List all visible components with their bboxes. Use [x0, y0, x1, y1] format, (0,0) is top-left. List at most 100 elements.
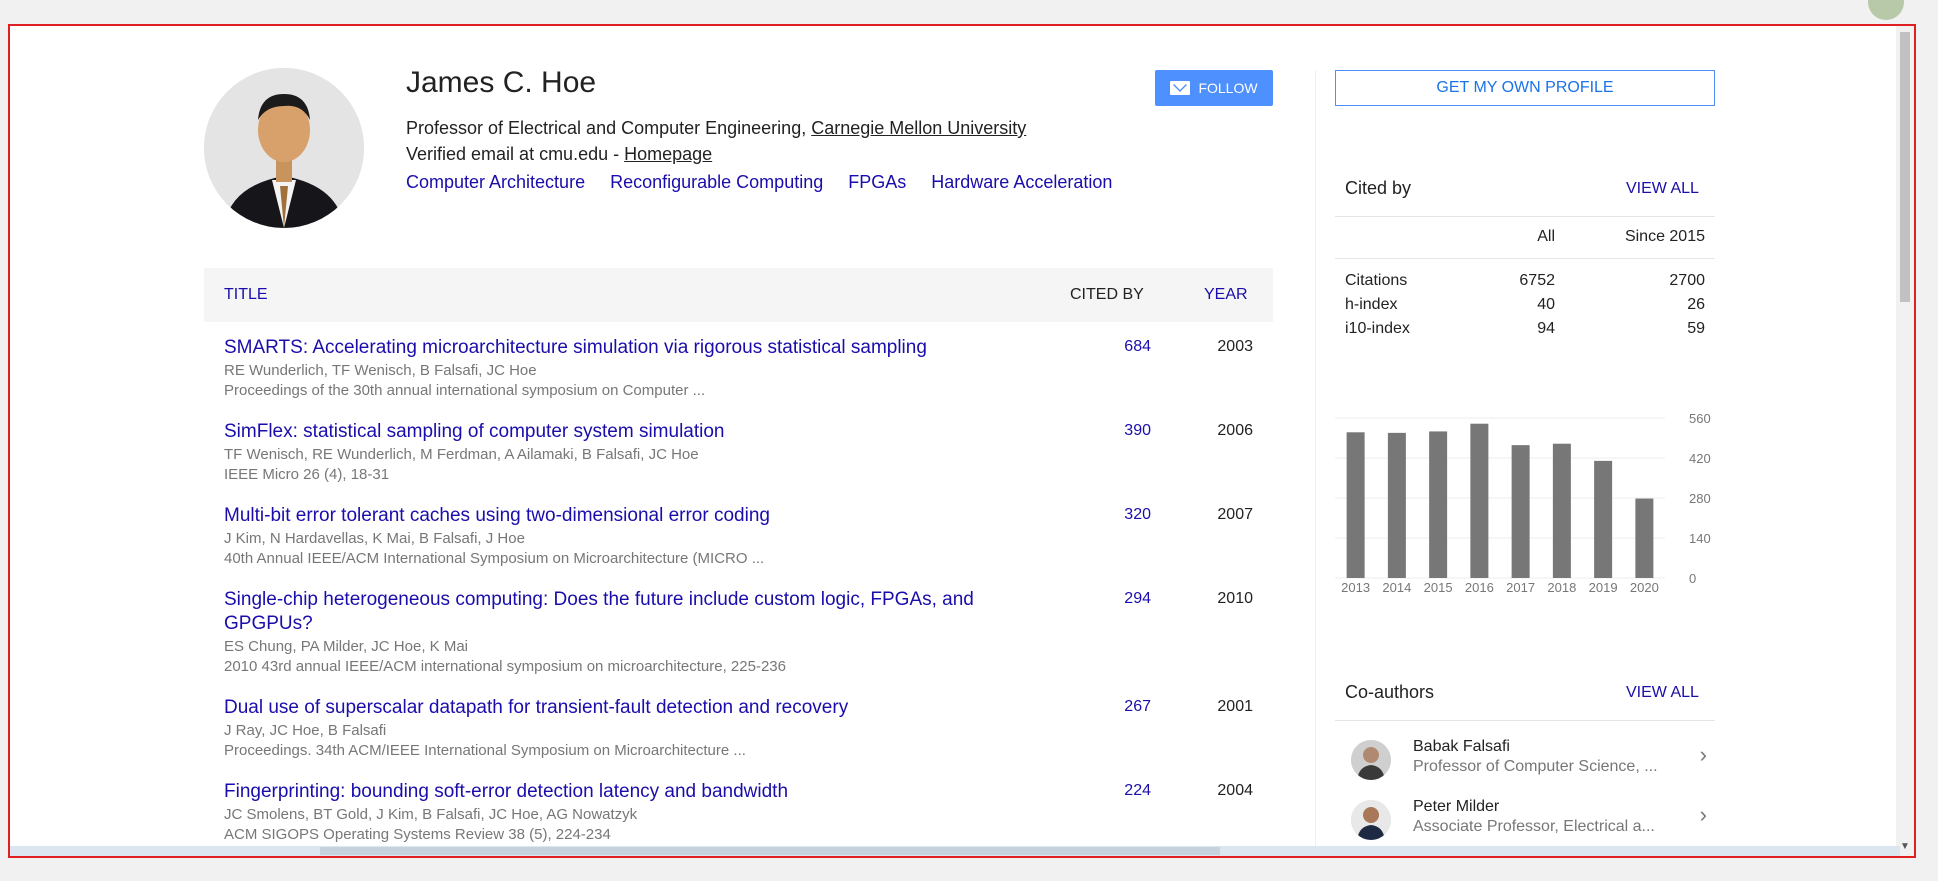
coauthor-affiliation: Professor of Computer Science, ... — [1413, 758, 1658, 775]
research-interests: Computer Architecture Reconfigurable Com… — [406, 172, 1132, 193]
x-tick-label: 2020 — [1630, 580, 1659, 595]
cited-by-view-all-link[interactable]: VIEW ALL — [1626, 180, 1699, 198]
divider — [1335, 258, 1715, 259]
chart-bar[interactable] — [1429, 431, 1448, 578]
coauthor-name: Babak Falsafi — [1413, 738, 1510, 755]
cited-by-heading: Cited by — [1345, 178, 1412, 198]
coauthors-view-all-link[interactable]: VIEW ALL — [1626, 684, 1699, 702]
table-row: Dual use of superscalar datapath for tra… — [204, 696, 1273, 780]
publication-venue: IEEE Micro 26 (4), 18-31 — [224, 466, 390, 483]
coauthor-name: Peter Milder — [1413, 798, 1500, 815]
y-tick-label: 420 — [1689, 451, 1711, 466]
x-tick-label: 2015 — [1424, 580, 1453, 595]
cited-by-count[interactable]: 390 — [1124, 422, 1151, 440]
publication-title[interactable]: Multi-bit error tolerant caches using tw… — [224, 504, 1044, 528]
sort-by-year[interactable]: YEAR — [1204, 286, 1248, 304]
x-tick-label: 2018 — [1547, 580, 1576, 595]
citations-chart-svg: 560 420 280 140 0 2013 2014 2015 2016 2017 2018 201… — [1335, 411, 1711, 595]
publication-authors: RE Wunderlich, TF Wenisch, B Falsafi, JC… — [224, 362, 537, 379]
homepage-link[interactable]: Homepage — [624, 144, 712, 164]
cited-by-count[interactable]: 267 — [1124, 698, 1151, 716]
publication-year: 2006 — [1217, 422, 1253, 439]
scroll-down-arrow-icon[interactable]: ▼ — [1900, 841, 1910, 852]
publication-title[interactable]: SMARTS: Accelerating microarchitecture s… — [224, 336, 1044, 360]
cited-by-count[interactable]: 684 — [1124, 338, 1151, 356]
affiliation-link[interactable]: Carnegie Mellon University — [811, 118, 1026, 138]
publication-title[interactable]: Dual use of superscalar datapath for tra… — [224, 696, 1044, 720]
publication-authors: J Kim, N Hardavellas, K Mai, B Falsafi, … — [224, 530, 525, 547]
interest-link[interactable]: FPGAs — [848, 172, 906, 192]
publication-venue: ACM SIGOPS Operating Systems Review 38 (… — [224, 826, 611, 843]
divider — [1335, 720, 1715, 721]
publication-venue: 2010 43rd annual IEEE/ACM international … — [224, 658, 786, 675]
publication-year: 2001 — [1217, 698, 1253, 715]
chart-bar[interactable] — [1635, 498, 1654, 578]
metric-since-value: 59 — [1687, 320, 1705, 337]
metric-all-value: 6752 — [1519, 272, 1555, 289]
x-tick-label: 2014 — [1382, 580, 1411, 595]
sort-by-cited[interactable]: CITED BY — [1070, 286, 1144, 304]
follow-button[interactable]: FOLLOW — [1155, 70, 1273, 106]
chevron-right-icon: › — [1699, 742, 1707, 767]
table-row: SimFlex: statistical sampling of compute… — [204, 420, 1273, 504]
horizontal-scrollbar[interactable] — [10, 846, 1900, 856]
cited-by-count[interactable]: 224 — [1124, 782, 1151, 800]
publication-title[interactable]: Single-chip heterogeneous computing: Doe… — [224, 588, 1044, 636]
publication-authors: J Ray, JC Hoe, B Falsafi — [224, 722, 387, 739]
metric-all-value: 40 — [1537, 296, 1555, 313]
vertical-scrollbar[interactable]: ▼ — [1896, 26, 1914, 856]
publication-year: 2004 — [1217, 782, 1253, 799]
chart-bar[interactable] — [1511, 445, 1530, 578]
publication-year: 2010 — [1217, 590, 1253, 607]
mail-icon — [1170, 81, 1191, 95]
chart-bar[interactable] — [1552, 443, 1571, 578]
profile-affiliation: Professor of Electrical and Computer Eng… — [406, 118, 1026, 139]
cited-by-count[interactable]: 294 — [1124, 590, 1151, 608]
metric-row-citations: Citations 6752 2700 — [1345, 272, 1705, 290]
publication-authors: ES Chung, PA Milder, JC Hoe, K Mai — [224, 638, 468, 655]
follow-label: FOLLOW — [1198, 80, 1258, 96]
chart-bar[interactable] — [1594, 460, 1613, 578]
publication-title[interactable]: SimFlex: statistical sampling of compute… — [224, 420, 1044, 444]
coauthor-affiliation: Associate Professor, Electrical a... — [1413, 818, 1655, 835]
column-divider — [1315, 70, 1316, 856]
sort-by-title[interactable]: TITLE — [224, 286, 268, 304]
metric-since-value: 2700 — [1669, 272, 1705, 289]
interest-link[interactable]: Reconfigurable Computing — [610, 172, 823, 192]
publications-table-header: TITLE CITED BY YEAR — [204, 268, 1273, 322]
y-tick-label: 0 — [1689, 571, 1696, 586]
coauthor-item[interactable]: Babak Falsafi Professor of Computer Scie… — [1345, 734, 1725, 786]
y-tick-label: 140 — [1689, 531, 1711, 546]
table-row: Multi-bit error tolerant caches using tw… — [204, 504, 1273, 588]
profile-name: James C. Hoe — [406, 66, 597, 99]
metric-row-i10-index: i10-index 94 59 — [1345, 320, 1705, 338]
publication-title[interactable]: Fingerprinting: bounding soft-error dete… — [224, 780, 1044, 804]
metric-label: h-index — [1345, 296, 1398, 313]
citations-per-year-chart: 560 420 280 140 0 2013 2014 2015 2016 2017 2018 201… — [1335, 390, 1735, 620]
x-tick-label: 2017 — [1506, 580, 1535, 595]
metrics-col-since: Since 2015 — [1624, 228, 1705, 245]
chart-bar[interactable] — [1346, 432, 1365, 578]
publication-year: 2007 — [1217, 506, 1253, 523]
divider — [1335, 216, 1715, 217]
metric-row-h-index: h-index 40 26 — [1345, 296, 1705, 314]
x-tick-label: 2016 — [1465, 580, 1494, 595]
chart-bar[interactable] — [1387, 432, 1406, 578]
publication-venue: Proceedings of the 30th annual internati… — [224, 382, 706, 399]
get-my-own-profile-button[interactable]: GET MY OWN PROFILE — [1335, 70, 1715, 106]
scrollbar-thumb[interactable] — [320, 847, 1220, 855]
metrics-col-all: All — [1537, 228, 1555, 245]
scholar-profile-page: James C. Hoe Professor of Electrical and… — [8, 24, 1916, 858]
interest-link[interactable]: Computer Architecture — [406, 172, 585, 192]
scrollbar-thumb[interactable] — [1900, 32, 1910, 302]
table-row: SMARTS: Accelerating microarchitecture s… — [204, 336, 1273, 420]
interest-link[interactable]: Hardware Acceleration — [931, 172, 1112, 192]
cited-by-count[interactable]: 320 — [1124, 506, 1151, 524]
account-avatar[interactable] — [1868, 0, 1904, 20]
coauthor-avatar — [1351, 740, 1391, 780]
table-row: Single-chip heterogeneous computing: Doe… — [204, 588, 1273, 696]
chart-bar[interactable] — [1470, 423, 1489, 578]
y-tick-label: 560 — [1689, 411, 1711, 426]
publication-authors: TF Wenisch, RE Wunderlich, M Ferdman, A … — [224, 446, 699, 463]
coauthor-item[interactable]: Peter Milder Associate Professor, Electr… — [1345, 794, 1725, 846]
